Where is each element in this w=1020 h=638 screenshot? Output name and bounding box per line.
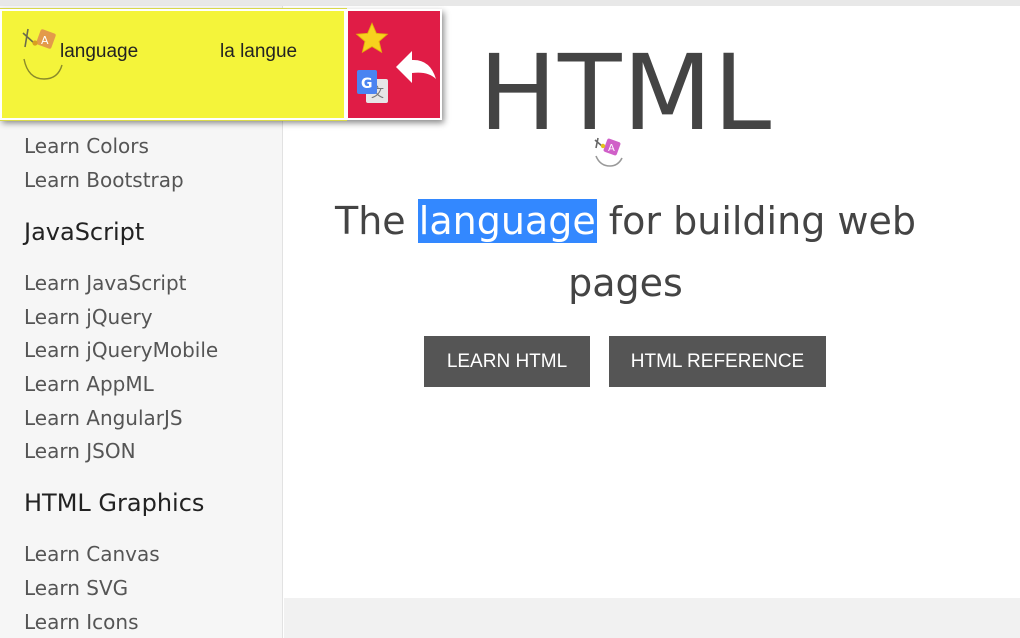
- page: Learn Colors Learn Bootstrap JavaScript …: [0, 0, 1020, 638]
- sidebar-link-json[interactable]: Learn JSON: [24, 439, 136, 463]
- svg-text:G: G: [361, 76, 373, 92]
- popup-actions: 文 G: [346, 9, 442, 120]
- svg-text:A: A: [41, 34, 49, 47]
- sidebar-link-svg[interactable]: Learn SVG: [24, 576, 128, 600]
- sidebar-link-bootstrap[interactable]: Learn Bootstrap: [24, 168, 184, 192]
- highlighted-word[interactable]: language: [417, 199, 597, 243]
- sidebar-link-angularjs[interactable]: Learn AngularJS: [24, 406, 183, 430]
- sidebar-heading-graphics: HTML Graphics: [24, 489, 205, 517]
- html-reference-button[interactable]: HTML REFERENCE: [609, 336, 826, 387]
- hero-subtitle-end: for building web pages: [568, 199, 916, 305]
- star-icon[interactable]: [354, 21, 390, 57]
- sidebar-link-canvas[interactable]: Learn Canvas: [24, 542, 160, 566]
- sidebar-link-jquery[interactable]: Learn jQuery: [24, 305, 153, 329]
- footer-band: [284, 598, 1020, 638]
- sidebar-link-icons[interactable]: Learn Icons: [24, 610, 138, 634]
- hero-subtitle: The language for building web pages: [324, 190, 927, 314]
- sidebar-link-jquerymobile[interactable]: Learn jQueryMobile: [24, 338, 218, 362]
- sidebar-heading-javascript: JavaScript: [24, 218, 145, 246]
- source-word: language: [60, 41, 139, 62]
- sidebar-link-appml[interactable]: Learn AppML: [24, 372, 154, 396]
- translation-panel: A language la langue: [0, 8, 347, 121]
- sidebar-link-colors[interactable]: Learn Colors: [24, 134, 149, 158]
- learn-html-button[interactable]: LEARN HTML: [424, 336, 590, 387]
- back-arrow-icon[interactable]: [394, 47, 438, 87]
- translated-word: la langue: [220, 41, 298, 62]
- translator-badge-icon[interactable]: A: [592, 134, 626, 170]
- hero-subtitle-start: The: [335, 199, 418, 243]
- sidebar-link-javascript[interactable]: Learn JavaScript: [24, 271, 187, 295]
- translation-popup: A language la langue 文 G: [0, 8, 442, 121]
- svg-text:A: A: [608, 143, 615, 154]
- google-translate-icon[interactable]: 文 G: [356, 69, 390, 107]
